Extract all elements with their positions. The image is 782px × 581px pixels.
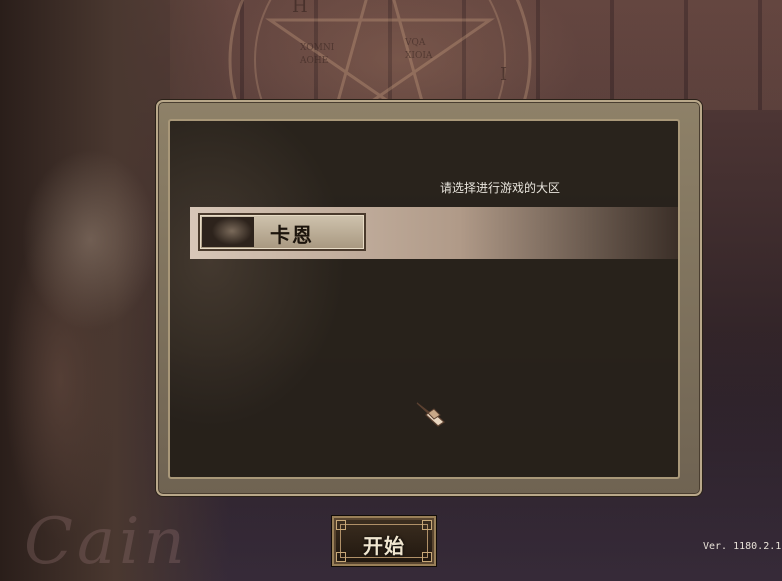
gauntlet-pointer-icon [416, 402, 445, 427]
login-screen: H A I XOMNI VQA AOHE XIOIA Cain 请选择进行游戏的… [0, 0, 782, 581]
start-button[interactable]: 开始 [332, 516, 436, 566]
server-name-label: 卡恩 [270, 223, 314, 247]
start-button-label: 开始 [363, 534, 405, 558]
circle-word: XOMNI [300, 43, 335, 53]
circle-letter: I [500, 64, 507, 85]
circle-letter: H [292, 0, 308, 17]
server-thumbnail-icon [202, 217, 254, 247]
corner-ornament-icon [336, 520, 346, 530]
game-logo-watermark: Cain [24, 505, 189, 579]
circle-word: VQA [404, 38, 426, 48]
server-select-prompt: 请选择进行游戏的大区 [440, 181, 561, 195]
corner-ornament-icon [422, 520, 432, 530]
circle-word: AOHE [299, 56, 328, 66]
server-row-selected[interactable]: 卡恩 [190, 207, 678, 259]
version-label: Ver. 1180.2.1r [703, 541, 782, 552]
server-button-kahn[interactable]: 卡恩 [198, 213, 366, 251]
circle-word: XIOIA [405, 51, 433, 61]
server-select-dialog: 请选择进行游戏的大区 卡恩 [156, 100, 702, 496]
